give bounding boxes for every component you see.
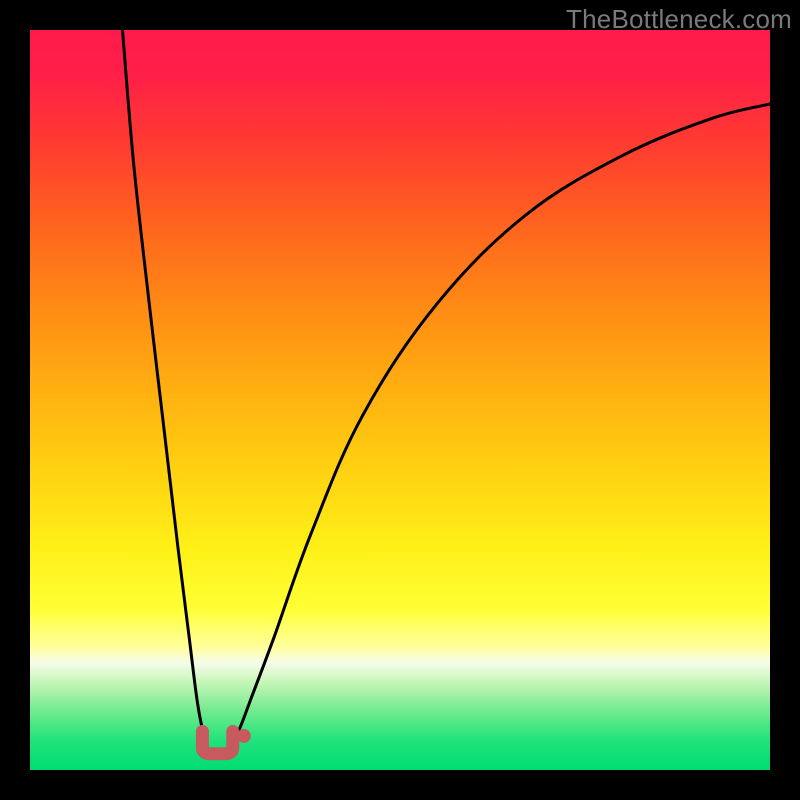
outer-frame: TheBottleneck.com bbox=[0, 0, 800, 800]
plot-area bbox=[30, 30, 770, 770]
watermark-text: TheBottleneck.com bbox=[566, 4, 792, 35]
curve-right-branch bbox=[236, 104, 770, 737]
curve-layer bbox=[30, 30, 770, 770]
cusp-dot-marker bbox=[237, 729, 251, 743]
cusp-u-marker bbox=[202, 732, 232, 754]
curve-left-branch bbox=[123, 30, 207, 737]
